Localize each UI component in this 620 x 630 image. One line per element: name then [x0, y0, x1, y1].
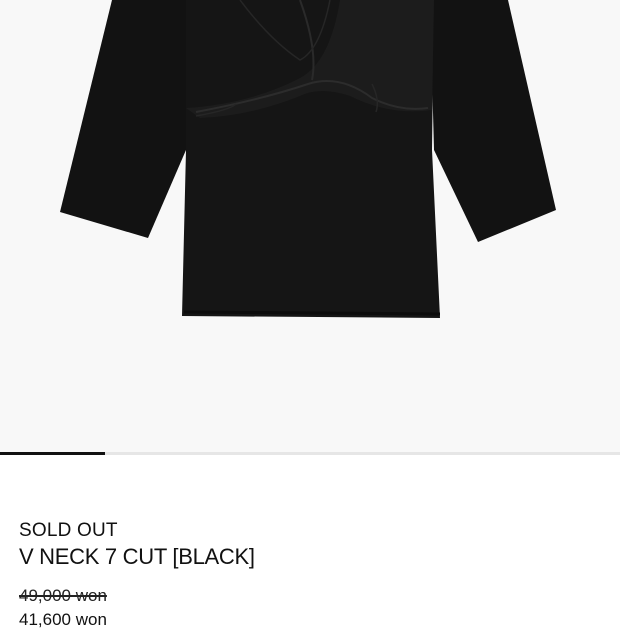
product-title[interactable]: V NECK 7 CUT [BLACK] [19, 544, 255, 570]
sale-price: 41,600 won [19, 610, 107, 629]
right-sleeve [430, 0, 556, 242]
original-price: 49,000 won [19, 586, 107, 605]
sold-out-label: SOLD OUT [19, 520, 118, 541]
left-sleeve [60, 0, 188, 238]
product-info: SOLD OUT V NECK 7 CUT [BLACK] 49,000 won… [19, 520, 255, 630]
image-carousel-indicator[interactable] [0, 452, 620, 455]
carousel-progress [0, 452, 106, 455]
shirt-illustration [60, 0, 556, 318]
product-image[interactable] [0, 0, 620, 452]
